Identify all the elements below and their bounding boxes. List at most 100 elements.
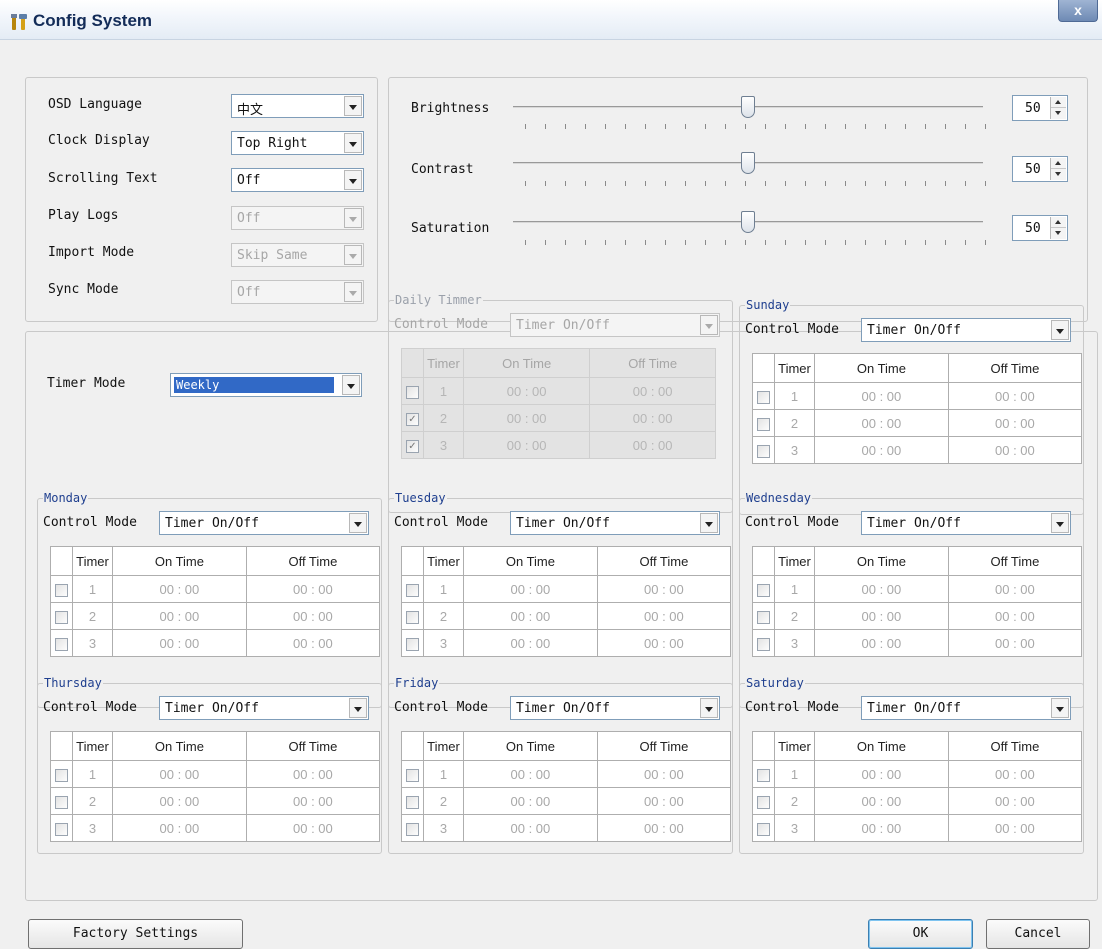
on-time-cell[interactable]: 00 : 00 [463,814,598,842]
spin-down-icon[interactable] [1051,169,1066,180]
off-time-cell[interactable]: 00 : 00 [245,760,381,788]
cancel-button[interactable]: Cancel [986,919,1090,949]
timer-checkbox[interactable] [55,583,68,597]
on-time-cell[interactable]: 00 : 00 [814,787,949,815]
ok-button[interactable]: OK [868,919,973,949]
chevron-down-icon[interactable] [1051,320,1069,340]
spin-up-icon[interactable] [1051,97,1066,108]
timer-checkbox[interactable] [55,795,68,809]
on-time-cell[interactable]: 00 : 00 [814,409,949,437]
scrolling-text-select[interactable]: Off [231,168,364,192]
off-time-cell[interactable]: 00 : 00 [947,787,1083,815]
off-time-cell[interactable]: 00 : 00 [596,760,732,788]
chevron-down-icon[interactable] [349,513,367,533]
on-time-cell[interactable]: 00 : 00 [814,382,949,410]
saturation-spinbox[interactable]: 50 [1012,215,1068,241]
close-button[interactable]: x [1058,0,1098,22]
off-time-cell[interactable]: 00 : 00 [947,436,1083,464]
timer-checkbox[interactable] [406,610,419,624]
timer-checkbox[interactable] [406,583,419,597]
timer-checkbox[interactable] [757,637,770,651]
brightness-spinbox[interactable]: 50 [1012,95,1068,121]
on-time-cell[interactable]: 00 : 00 [112,602,247,630]
timer-checkbox[interactable] [757,795,770,809]
on-time-cell[interactable]: 00 : 00 [814,436,949,464]
on-time-cell[interactable]: 00 : 00 [814,760,949,788]
contrast-slider-thumb[interactable] [741,152,755,174]
control-mode-select[interactable]: Timer On/Off [510,696,720,720]
off-time-cell[interactable]: 00 : 00 [596,787,732,815]
off-time-cell[interactable]: 00 : 00 [947,760,1083,788]
timer-checkbox[interactable] [55,637,68,651]
timer-checkbox[interactable] [406,795,419,809]
control-mode-select[interactable]: Timer On/Off [159,511,369,535]
off-time-cell[interactable]: 00 : 00 [947,409,1083,437]
chevron-down-icon[interactable] [342,375,360,395]
on-time-cell[interactable]: 00 : 00 [463,575,598,603]
off-time-cell[interactable]: 00 : 00 [245,602,381,630]
control-mode-select[interactable]: Timer On/Off [861,318,1071,342]
off-time-cell[interactable]: 00 : 00 [245,629,381,657]
saturation-slider-thumb[interactable] [741,211,755,233]
timer-checkbox[interactable] [757,768,770,782]
off-time-cell[interactable]: 00 : 00 [596,629,732,657]
osd-language-select[interactable]: 中文 [231,94,364,118]
timer-checkbox[interactable] [757,583,770,597]
spin-down-icon[interactable] [1051,108,1066,119]
on-time-cell[interactable]: 00 : 00 [112,760,247,788]
off-time-cell[interactable]: 00 : 00 [596,814,732,842]
spin-down-icon[interactable] [1051,228,1066,239]
on-time-cell[interactable]: 00 : 00 [463,760,598,788]
chevron-down-icon[interactable] [349,698,367,718]
control-mode-select[interactable]: Timer On/Off [510,511,720,535]
chevron-down-icon[interactable] [1051,698,1069,718]
off-time-cell[interactable]: 00 : 00 [947,629,1083,657]
control-mode-select[interactable]: Timer On/Off [159,696,369,720]
chevron-down-icon[interactable] [700,513,718,533]
spin-up-icon[interactable] [1051,158,1066,169]
timer-checkbox[interactable] [406,637,419,651]
timer-checkbox[interactable] [55,610,68,624]
timer-mode-select[interactable]: Weekly [170,373,362,397]
clock-display-select[interactable]: Top Right [231,131,364,155]
off-time-cell[interactable]: 00 : 00 [596,602,732,630]
chevron-down-icon[interactable] [700,698,718,718]
on-time-cell[interactable]: 00 : 00 [814,602,949,630]
brightness-slider-thumb[interactable] [741,96,755,118]
off-time-cell[interactable]: 00 : 00 [947,575,1083,603]
off-time-cell[interactable]: 00 : 00 [245,575,381,603]
on-time-cell[interactable]: 00 : 00 [112,629,247,657]
chevron-down-icon[interactable] [344,170,362,190]
timer-checkbox[interactable] [757,417,770,431]
spin-up-icon[interactable] [1051,217,1066,228]
off-time-cell[interactable]: 00 : 00 [596,575,732,603]
on-time-cell[interactable]: 00 : 00 [463,629,598,657]
on-time-cell[interactable]: 00 : 00 [814,575,949,603]
on-time-cell[interactable]: 00 : 00 [814,814,949,842]
timer-checkbox[interactable] [757,610,770,624]
timer-checkbox[interactable] [55,822,68,836]
on-time-cell[interactable]: 00 : 00 [463,787,598,815]
on-time-cell[interactable]: 00 : 00 [463,602,598,630]
timer-checkbox[interactable] [55,768,68,782]
on-time-cell[interactable]: 00 : 00 [112,787,247,815]
chevron-down-icon[interactable] [344,96,362,116]
timer-checkbox[interactable] [757,390,770,404]
contrast-spinbox[interactable]: 50 [1012,156,1068,182]
chevron-down-icon[interactable] [1051,513,1069,533]
control-mode-select[interactable]: Timer On/Off [861,511,1071,535]
off-time-cell[interactable]: 00 : 00 [245,814,381,842]
factory-settings-button[interactable]: Factory Settings [28,919,243,949]
timer-checkbox[interactable] [757,444,770,458]
off-time-cell[interactable]: 00 : 00 [245,787,381,815]
on-time-cell[interactable]: 00 : 00 [112,575,247,603]
timer-checkbox[interactable] [406,768,419,782]
timer-checkbox[interactable] [757,822,770,836]
on-time-cell[interactable]: 00 : 00 [112,814,247,842]
off-time-cell[interactable]: 00 : 00 [947,602,1083,630]
off-time-cell[interactable]: 00 : 00 [947,814,1083,842]
on-time-cell[interactable]: 00 : 00 [814,629,949,657]
timer-checkbox[interactable] [406,822,419,836]
control-mode-select[interactable]: Timer On/Off [861,696,1071,720]
chevron-down-icon[interactable] [344,133,362,153]
